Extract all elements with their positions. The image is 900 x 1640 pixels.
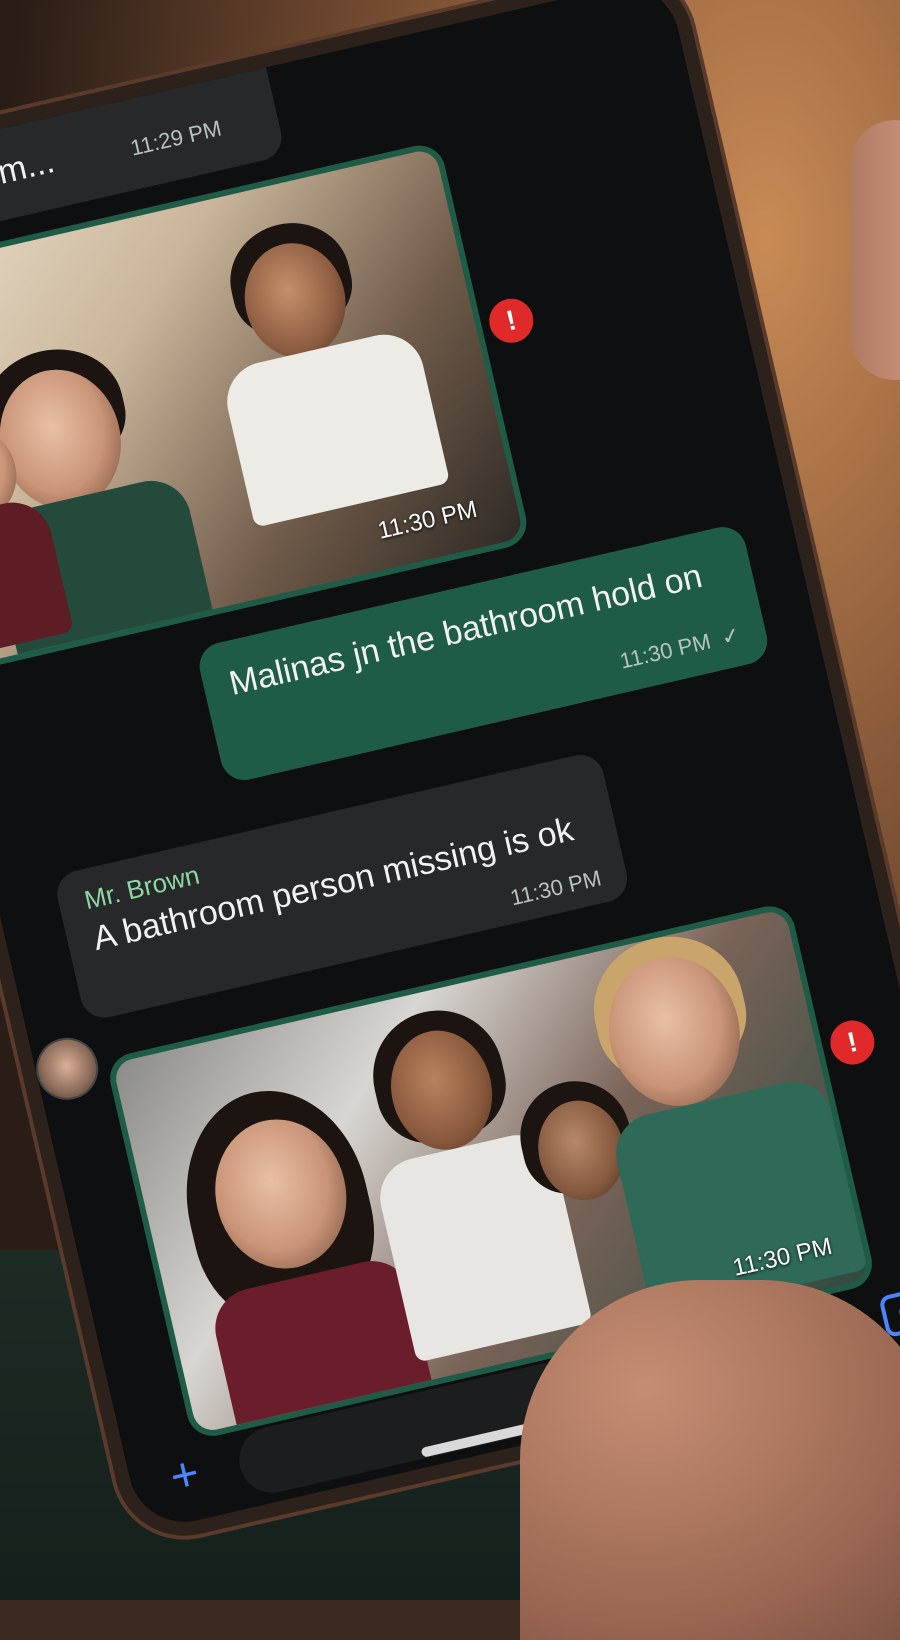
message-time: 11:29 PM bbox=[127, 115, 224, 161]
send-failed-icon[interactable]: ! bbox=[826, 1016, 879, 1069]
message-time: 11:30 PM bbox=[617, 628, 714, 674]
message-text: last room... bbox=[0, 142, 58, 217]
photo-time: 11:30 PM bbox=[375, 495, 480, 545]
send-failed-icon[interactable]: ! bbox=[484, 294, 538, 348]
background-thumb bbox=[520, 1280, 900, 1640]
add-attachment-icon[interactable]: + bbox=[165, 1446, 204, 1504]
background-finger bbox=[850, 120, 900, 380]
photo-figure bbox=[219, 326, 451, 528]
sender-avatar[interactable] bbox=[30, 1031, 105, 1107]
photo-image[interactable]: 11:30 PM bbox=[0, 147, 525, 664]
message-time: 11:30 PM bbox=[507, 865, 604, 911]
read-check-icon: ✓ bbox=[718, 621, 743, 651]
